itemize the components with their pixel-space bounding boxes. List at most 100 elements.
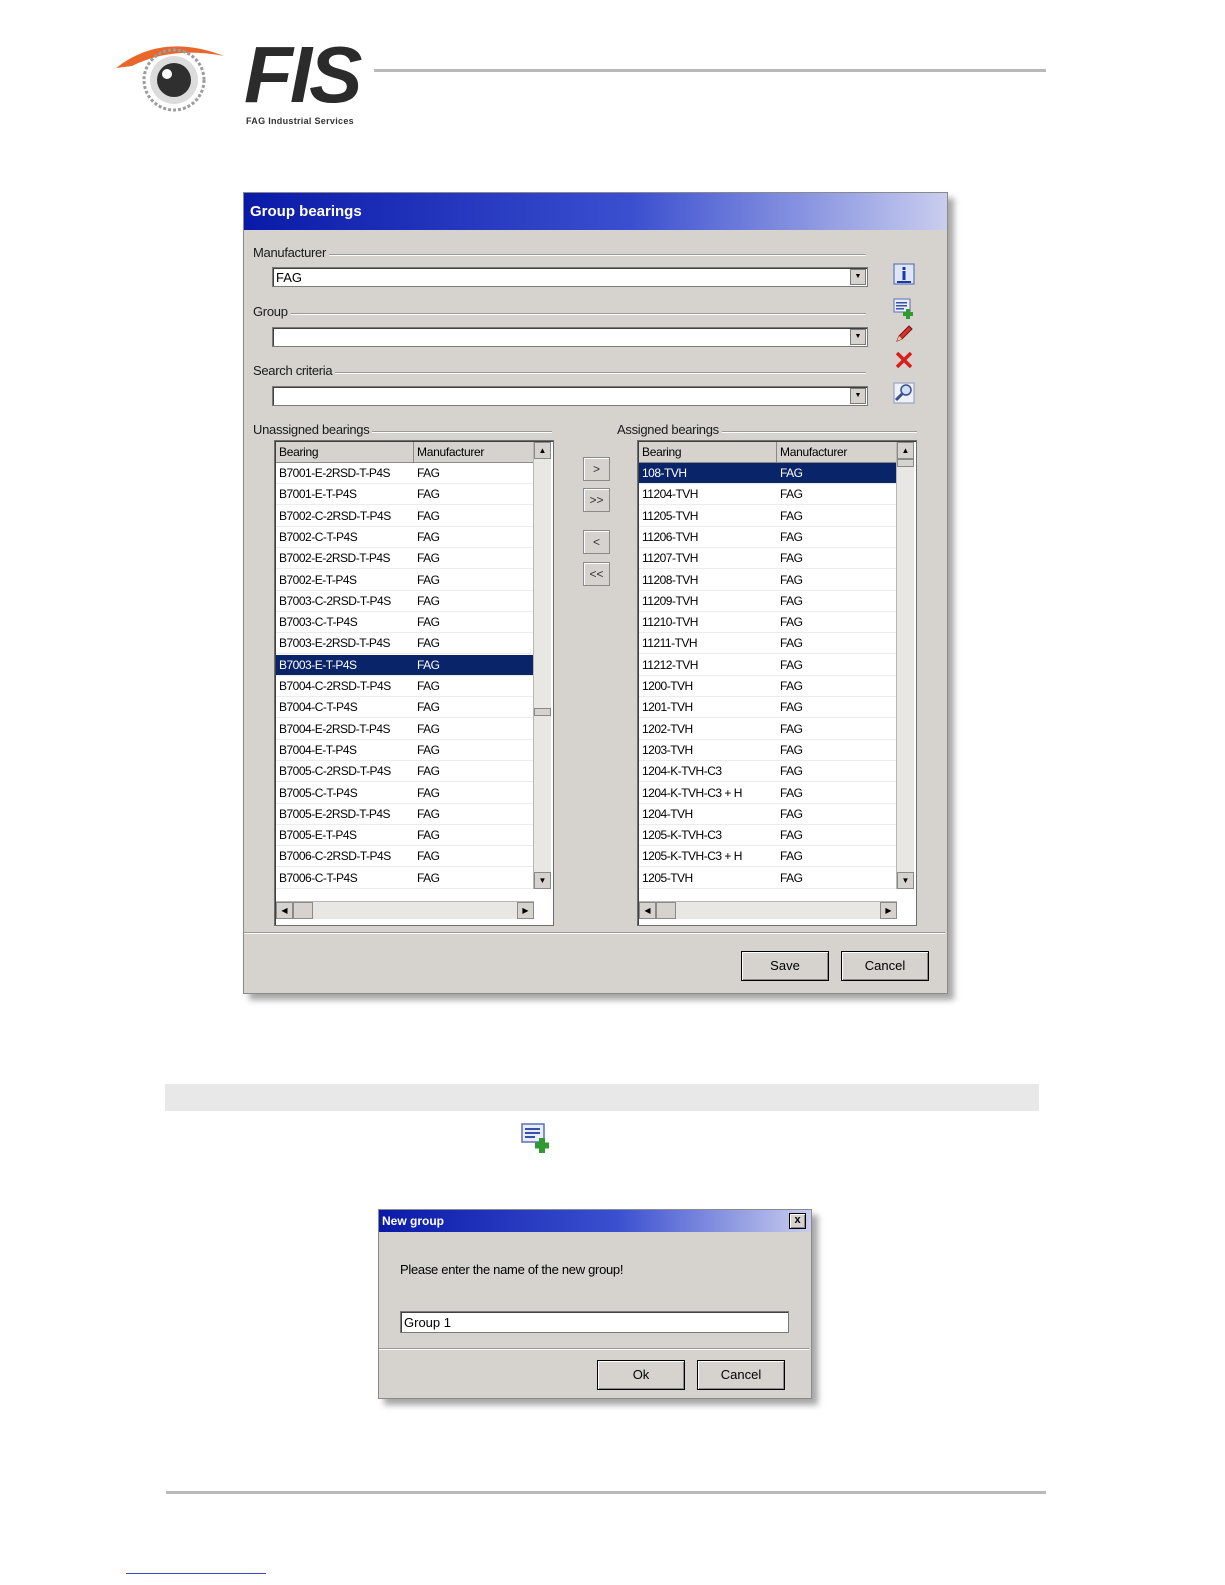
table-row[interactable]: B7003-E-T-P4S FAG xyxy=(276,654,534,676)
table-row[interactable]: 1205-K-TVH-C3 + H FAG xyxy=(639,846,897,868)
scroll-left-icon[interactable]: ◀ xyxy=(276,902,293,919)
cell-manufacturer: FAG xyxy=(417,508,440,523)
table-row[interactable]: 1204-K-TVH-C3 + H FAG xyxy=(639,783,897,804)
table-row[interactable]: 11212-TVH FAG xyxy=(639,655,897,676)
move-left-button[interactable]: < xyxy=(583,530,610,554)
table-row[interactable]: 11206-TVH FAG xyxy=(639,527,897,548)
cell-manufacturer: FAG xyxy=(417,849,440,864)
scroll-down-icon[interactable]: ▼ xyxy=(534,872,551,889)
add-group-button[interactable] xyxy=(893,297,915,319)
vertical-scrollbar[interactable]: ▲ ▼ xyxy=(896,442,914,889)
h-scroll-thumb[interactable] xyxy=(656,902,676,919)
scroll-right-icon[interactable]: ▶ xyxy=(880,902,897,919)
table-row[interactable]: 11204-TVH FAG xyxy=(639,484,897,506)
grid-header: Bearing Manufacturer xyxy=(276,442,534,463)
scroll-down-icon[interactable]: ▼ xyxy=(897,872,914,889)
table-row[interactable]: 1202-TVH FAG xyxy=(639,719,897,740)
table-row[interactable]: 11209-TVH FAG xyxy=(639,591,897,612)
table-row[interactable]: 1201-TVH FAG xyxy=(639,697,897,719)
table-row[interactable]: B7004-C-2RSD-T-P4S FAG xyxy=(276,676,534,697)
table-row[interactable]: 11207-TVH FAG xyxy=(639,548,897,570)
scroll-up-icon[interactable]: ▲ xyxy=(534,442,551,459)
search-criteria-combo[interactable]: ▼ xyxy=(272,386,868,406)
scroll-thumb[interactable] xyxy=(897,459,914,467)
move-right-button[interactable]: > xyxy=(583,457,610,481)
scroll-thumb[interactable] xyxy=(534,708,551,716)
horizontal-scrollbar[interactable]: ◀ ▶ xyxy=(276,901,534,919)
vertical-scrollbar[interactable]: ▲ ▼ xyxy=(533,442,551,889)
edit-group-button[interactable] xyxy=(893,323,915,345)
ok-button[interactable]: Ok xyxy=(597,1360,685,1390)
cell-manufacturer: FAG xyxy=(780,764,803,779)
table-row[interactable]: B7002-E-T-P4S FAG xyxy=(276,570,534,591)
close-icon[interactable]: x xyxy=(789,1213,806,1229)
chevron-down-icon[interactable]: ▼ xyxy=(850,388,866,404)
cell-manufacturer: FAG xyxy=(417,700,440,715)
table-row[interactable]: B7001-E-2RSD-T-P4S FAG xyxy=(276,463,534,484)
table-row[interactable]: 108-TVH FAG xyxy=(639,463,897,484)
table-row[interactable]: B7002-C-2RSD-T-P4S FAG xyxy=(276,506,534,527)
table-row[interactable]: B7004-E-T-P4S FAG xyxy=(276,740,534,761)
dialog-titlebar[interactable]: Group bearings xyxy=(244,193,947,230)
table-row[interactable]: B7006-C-2RSD-T-P4S FAG xyxy=(276,846,534,868)
scroll-up-icon[interactable]: ▲ xyxy=(897,442,914,459)
manufacturer-combo[interactable]: FAG ▼ xyxy=(272,267,868,287)
cell-bearing: B7002-E-T-P4S xyxy=(279,572,357,587)
column-header-bearing[interactable]: Bearing xyxy=(639,442,777,462)
cell-manufacturer: FAG xyxy=(780,828,803,843)
move-all-right-button[interactable]: >> xyxy=(583,488,610,512)
chevron-down-icon[interactable]: ▼ xyxy=(850,329,866,345)
move-all-left-button[interactable]: << xyxy=(583,562,610,586)
unassigned-bearings-grid[interactable]: Bearing Manufacturer B7001-E-2RSD-T-P4S F… xyxy=(274,440,554,926)
table-row[interactable]: 1205-K-TVH-C3 FAG xyxy=(639,825,897,847)
grid-header: Bearing Manufacturer xyxy=(639,442,897,463)
table-row[interactable]: 11208-TVH FAG xyxy=(639,570,897,591)
table-row[interactable]: B7005-C-2RSD-T-P4S FAG xyxy=(276,761,534,783)
info-button[interactable] xyxy=(893,263,915,285)
manufacturer-label: Manufacturer xyxy=(253,245,329,260)
table-row[interactable]: B7005-E-T-P4S FAG xyxy=(276,825,534,847)
table-row[interactable]: B7005-E-2RSD-T-P4S FAG xyxy=(276,804,534,825)
group-frame-line xyxy=(254,313,866,315)
save-button[interactable]: Save xyxy=(741,951,829,981)
new-group-cancel-button[interactable]: Cancel xyxy=(697,1360,785,1390)
group-combo[interactable]: ▼ xyxy=(272,327,868,347)
table-row[interactable]: B7001-E-T-P4S FAG xyxy=(276,484,534,506)
delete-group-button[interactable] xyxy=(893,349,915,371)
table-row[interactable]: B7003-C-T-P4S FAG xyxy=(276,612,534,634)
table-row[interactable]: 11210-TVH FAG xyxy=(639,612,897,634)
column-header-bearing[interactable]: Bearing xyxy=(276,442,414,462)
table-row[interactable]: 1205-TVH FAG xyxy=(639,868,897,889)
table-row[interactable]: 1204-TVH FAG xyxy=(639,804,897,825)
footer-link-underline xyxy=(126,1573,266,1574)
scroll-left-icon[interactable]: ◀ xyxy=(639,902,656,919)
group-label: Group xyxy=(253,304,291,319)
h-scroll-thumb[interactable] xyxy=(293,902,313,919)
table-row[interactable]: B7002-C-T-P4S FAG xyxy=(276,527,534,548)
search-button[interactable] xyxy=(893,382,915,404)
table-row[interactable]: 11205-TVH FAG xyxy=(639,506,897,527)
table-row[interactable]: B7003-C-2RSD-T-P4S FAG xyxy=(276,591,534,612)
cell-bearing: B7001-E-2RSD-T-P4S xyxy=(279,466,391,480)
scroll-right-icon[interactable]: ▶ xyxy=(517,902,534,919)
new-group-titlebar[interactable]: New group xyxy=(379,1210,811,1232)
table-row[interactable]: B7006-C-T-P4S FAG xyxy=(276,868,534,889)
table-row[interactable]: B7004-E-2RSD-T-P4S FAG xyxy=(276,719,534,740)
table-row[interactable]: 1200-TVH FAG xyxy=(639,676,897,697)
table-row[interactable]: 1204-K-TVH-C3 FAG xyxy=(639,761,897,783)
table-row[interactable]: B7004-C-T-P4S FAG xyxy=(276,697,534,719)
table-row[interactable]: 11211-TVH FAG xyxy=(639,633,897,655)
column-header-manufacturer[interactable]: Manufacturer xyxy=(414,442,534,462)
assigned-bearings-grid[interactable]: Bearing Manufacturer 108-TVH FAG 11204-TVH… xyxy=(637,440,917,926)
edit-pen-icon xyxy=(896,325,913,342)
table-row[interactable]: B7002-E-2RSD-T-P4S FAG xyxy=(276,548,534,570)
cancel-button[interactable]: Cancel xyxy=(841,951,929,981)
table-row[interactable]: 1203-TVH FAG xyxy=(639,740,897,761)
cell-manufacturer: FAG xyxy=(417,615,440,630)
chevron-down-icon[interactable]: ▼ xyxy=(850,269,866,285)
horizontal-scrollbar[interactable]: ◀ ▶ xyxy=(639,901,897,919)
column-header-manufacturer[interactable]: Manufacturer xyxy=(777,442,897,462)
table-row[interactable]: B7005-C-T-P4S FAG xyxy=(276,783,534,804)
table-row[interactable]: B7003-E-2RSD-T-P4S FAG xyxy=(276,633,534,655)
group-name-input[interactable]: Group 1 xyxy=(400,1311,789,1333)
